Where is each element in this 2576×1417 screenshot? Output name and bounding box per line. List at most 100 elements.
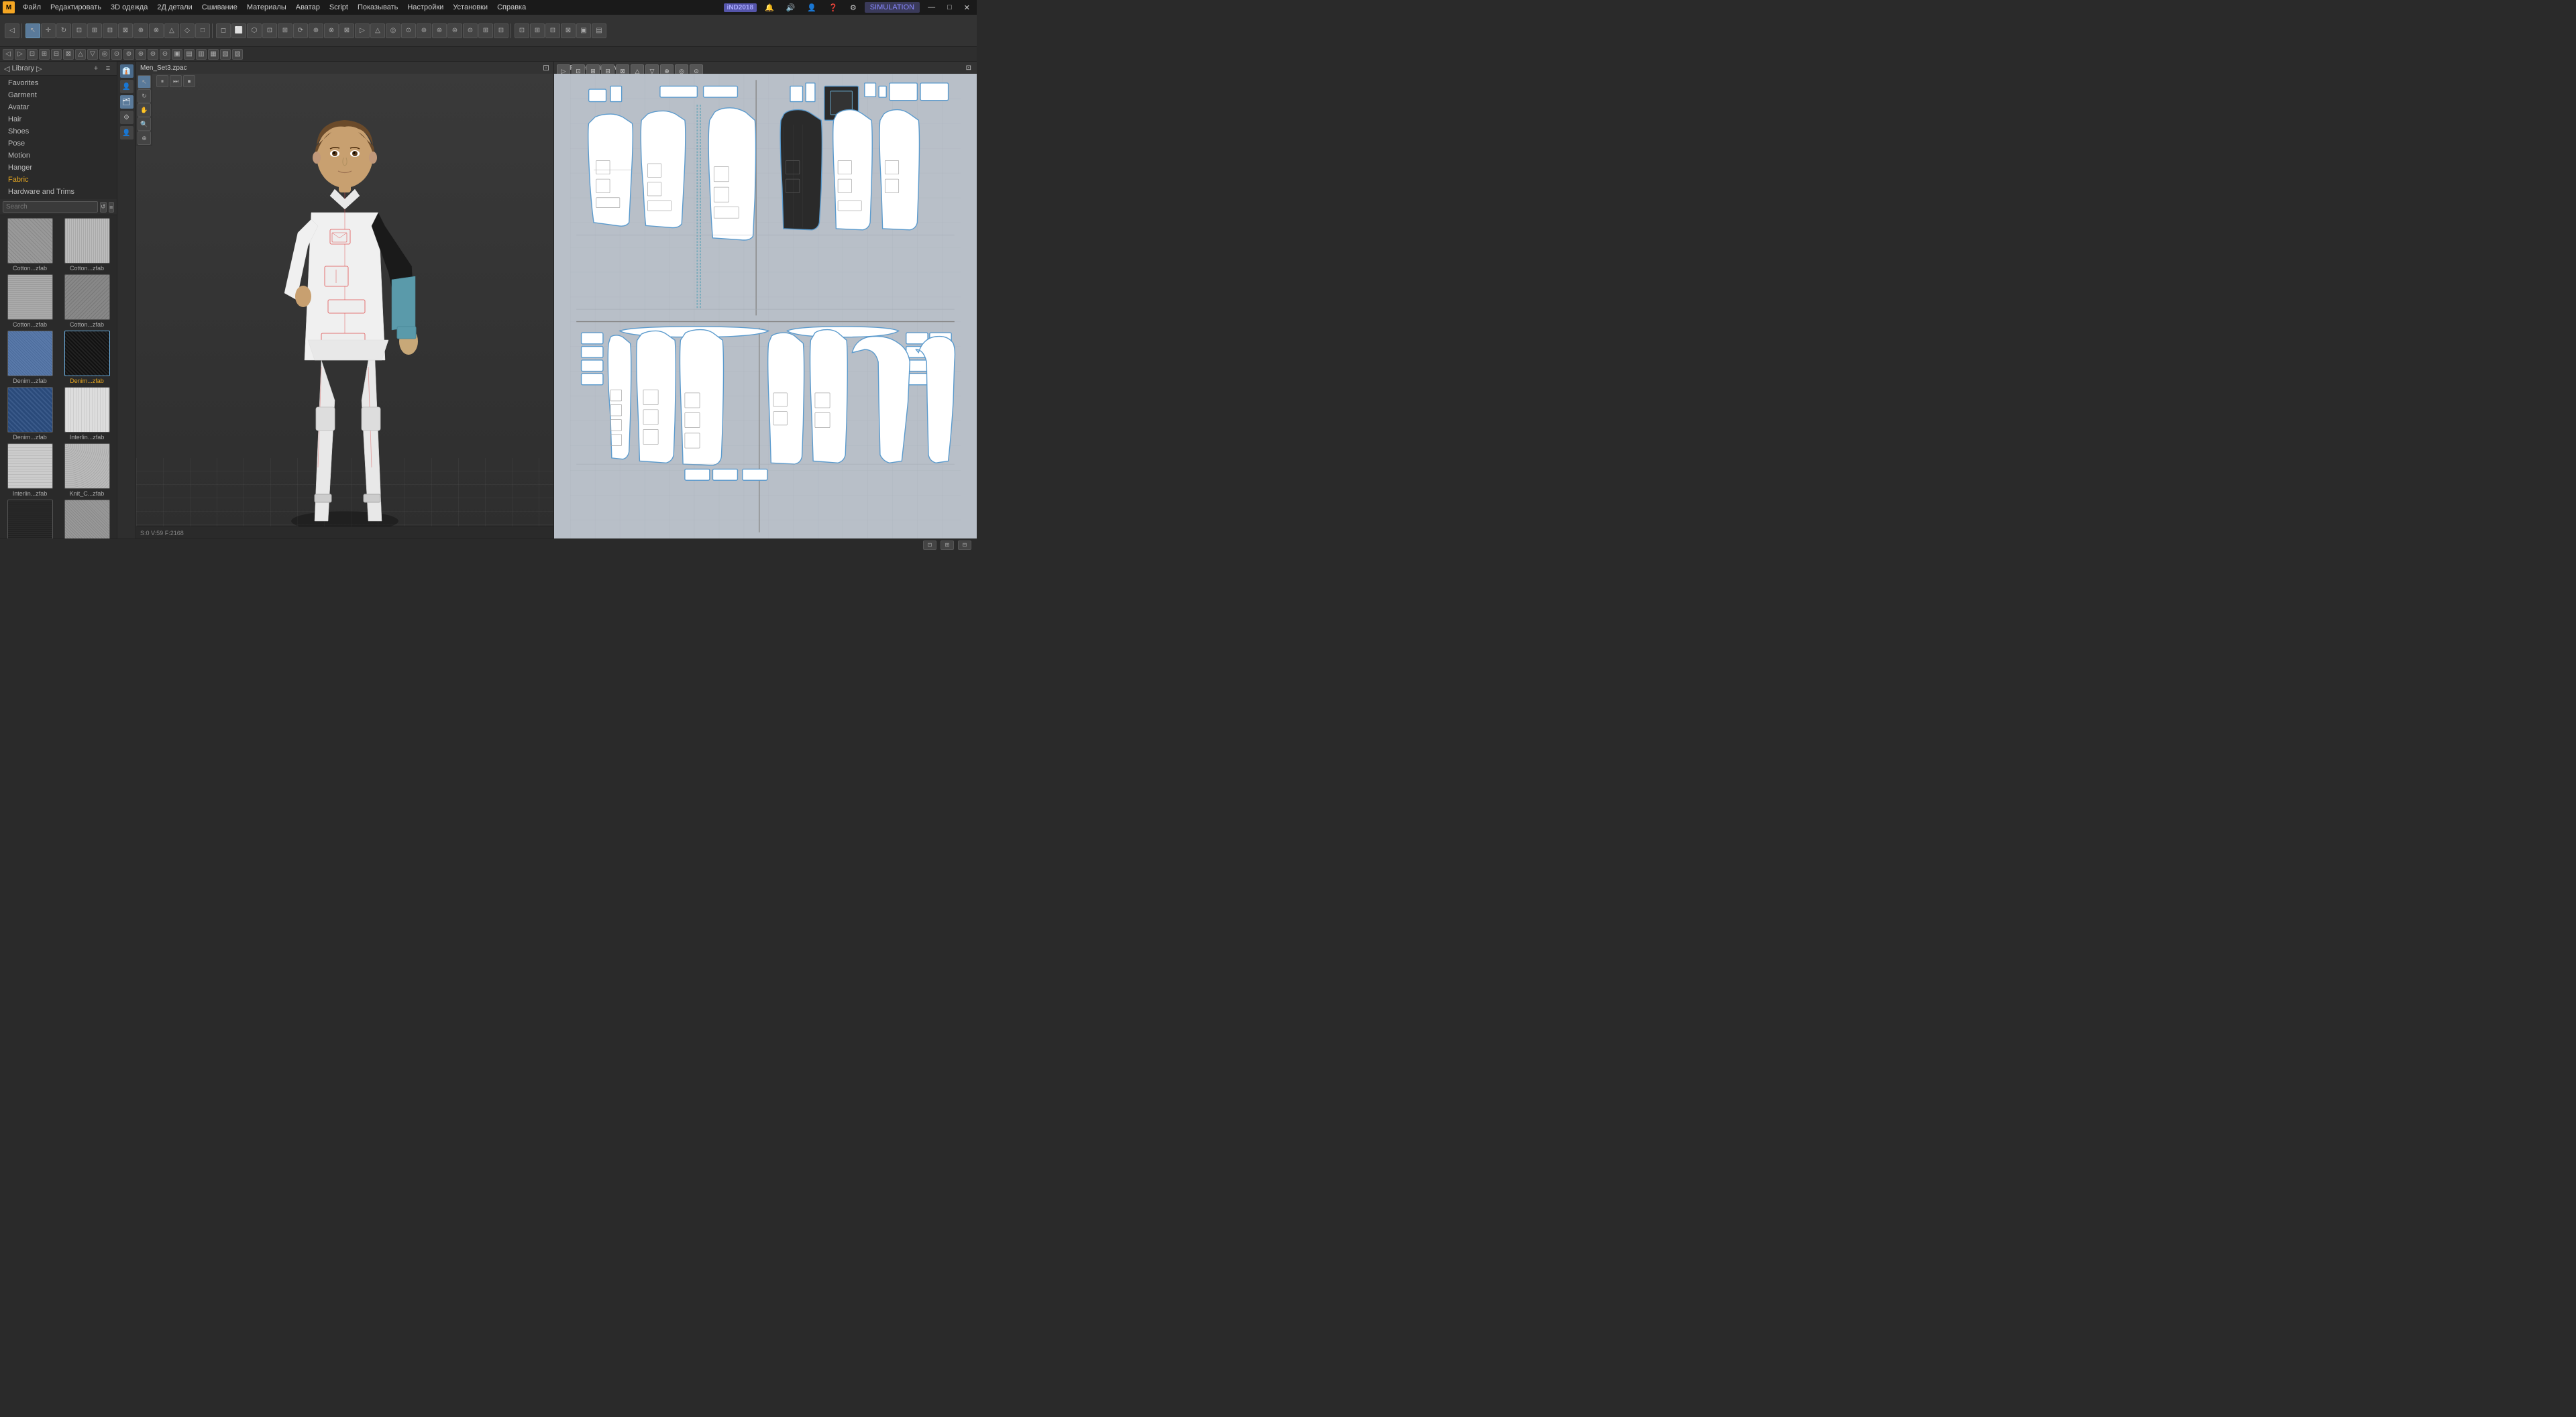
tb2-17[interactable]: ▥: [196, 49, 207, 60]
library-expand-icon[interactable]: ◁: [4, 64, 9, 73]
view-3d[interactable]: ⬡: [247, 23, 262, 38]
menu-help[interactable]: Справка: [493, 2, 530, 13]
fabric-item-cotton2[interactable]: Cotton...zfab: [60, 218, 114, 272]
view-17[interactable]: ⊝: [463, 23, 478, 38]
tool-6[interactable]: ⊠: [118, 23, 133, 38]
view-6[interactable]: ⟳: [293, 23, 308, 38]
tool-10[interactable]: ◇: [180, 23, 195, 38]
menu-icon-4[interactable]: ❓: [824, 2, 842, 13]
fabric-item-denim1[interactable]: Denim...zfab: [3, 331, 57, 384]
extra-3[interactable]: ⊟: [545, 23, 560, 38]
fabric-refresh-btn[interactable]: ↺: [100, 202, 107, 213]
fabric-item-denim3[interactable]: Denim...zfab: [3, 387, 57, 441]
menu-file[interactable]: Файл: [19, 2, 45, 13]
nav-fabric[interactable]: Fabric: [0, 174, 117, 186]
nav-hanger[interactable]: Hanger: [0, 162, 117, 174]
tb2-18[interactable]: ▦: [208, 49, 219, 60]
icon-sidebar-btn3[interactable]: 🗂: [120, 95, 133, 109]
tb2-14[interactable]: ⊝: [160, 49, 170, 60]
fabric-item-knitc2[interactable]: Knit_C...zfab: [3, 500, 57, 539]
bottom-btn-2[interactable]: ⊞: [941, 541, 954, 550]
fabric-item-cotton1[interactable]: Cotton...zfab: [3, 218, 57, 272]
tb2-5[interactable]: ⊟: [51, 49, 62, 60]
view-11[interactable]: △: [370, 23, 385, 38]
tb2-3[interactable]: ⊡: [27, 49, 38, 60]
tb2-8[interactable]: ▽: [87, 49, 98, 60]
menu-script[interactable]: Script: [325, 2, 352, 13]
icon-sidebar-btn5[interactable]: 👤: [120, 126, 133, 139]
library-menu-icon[interactable]: ≡: [103, 64, 113, 73]
bottom-btn-3[interactable]: ⊟: [958, 541, 971, 550]
tb2-20[interactable]: ▨: [232, 49, 243, 60]
view-13[interactable]: ⊙: [401, 23, 416, 38]
pattern-canvas[interactable]: [554, 74, 977, 539]
back-button[interactable]: ◁: [5, 23, 19, 38]
view-19[interactable]: ⊟: [494, 23, 508, 38]
view-7[interactable]: ⊕: [309, 23, 323, 38]
library-add-icon[interactable]: +: [91, 64, 101, 73]
view-reset[interactable]: ⊡: [262, 23, 277, 38]
tool-11[interactable]: □: [195, 23, 210, 38]
tb2-6[interactable]: ⊠: [63, 49, 74, 60]
extra-4[interactable]: ⊠: [561, 23, 576, 38]
nav-hair[interactable]: Hair: [0, 113, 117, 125]
menu-settings[interactable]: Настройки: [403, 2, 447, 13]
tb2-7[interactable]: △: [75, 49, 86, 60]
library-collapse-icon[interactable]: ▷: [36, 64, 42, 73]
menu-close[interactable]: ✕: [960, 2, 974, 13]
extra-2[interactable]: ⊞: [530, 23, 545, 38]
icon-sidebar-btn4[interactable]: ⚙: [120, 111, 133, 124]
view-8[interactable]: ⊗: [324, 23, 339, 38]
tb2-19[interactable]: ▧: [220, 49, 231, 60]
menu-install[interactable]: Установки: [449, 2, 492, 13]
nav-hardware-trims[interactable]: Hardware and Trims: [0, 186, 117, 198]
select-tool[interactable]: ↖: [25, 23, 40, 38]
view-14[interactable]: ⊚: [417, 23, 431, 38]
bottom-btn-1[interactable]: ⊡: [923, 541, 936, 550]
tool-5[interactable]: ⊟: [103, 23, 117, 38]
tb2-9[interactable]: ◎: [99, 49, 110, 60]
menu-icon-3[interactable]: 👤: [803, 2, 820, 13]
tb2-13[interactable]: ⊜: [148, 49, 158, 60]
view-12[interactable]: ◎: [386, 23, 400, 38]
fabric-view-btn[interactable]: ≡: [109, 202, 114, 213]
nav-pose[interactable]: Pose: [0, 137, 117, 150]
viewport-expand-icon[interactable]: ⊡: [543, 63, 549, 72]
fabric-item-cotton4[interactable]: Cotton...zfab: [60, 274, 114, 328]
fabric-item-interlin2[interactable]: Interlin...zfab: [3, 443, 57, 497]
fabric-item-cotton3[interactable]: Cotton...zfab: [3, 274, 57, 328]
view-front[interactable]: ◻: [216, 23, 231, 38]
fabric-item-knitfl[interactable]: Knit_Fl...zfab: [60, 500, 114, 539]
tb2-15[interactable]: ▣: [172, 49, 182, 60]
tb2-16[interactable]: ▤: [184, 49, 195, 60]
fabric-search-input[interactable]: [3, 201, 98, 213]
menu-sewing[interactable]: Сшивание: [198, 2, 241, 13]
menu-icon-1[interactable]: 🔔: [761, 2, 778, 13]
3d-viewport[interactable]: Men_Set3.zpac ⊡ ⏸ ⏭ ⏹ ↖ ↻ ✋ 🔍 ⊕: [136, 62, 554, 539]
tool-4[interactable]: ⊞: [87, 23, 102, 38]
tool-9[interactable]: △: [164, 23, 179, 38]
tool-8[interactable]: ⊗: [149, 23, 164, 38]
nav-shoes[interactable]: Shoes: [0, 125, 117, 137]
fabric-item-knitc1[interactable]: Knit_C...zfab: [60, 443, 114, 497]
view-back[interactable]: ⬜: [231, 23, 246, 38]
menu-show[interactable]: Показывать: [354, 2, 402, 13]
nav-avatar[interactable]: Avatar: [0, 101, 117, 113]
extra-5[interactable]: ▣: [576, 23, 591, 38]
fabric-item-denim2[interactable]: Denim...zfab: [60, 331, 114, 384]
scale-tool[interactable]: ⊡: [72, 23, 87, 38]
simulation-button[interactable]: SIMULATION: [865, 2, 920, 13]
menu-2d-details[interactable]: 2Д детали: [153, 2, 196, 13]
view-16[interactable]: ⊜: [447, 23, 462, 38]
menu-maximize[interactable]: □: [943, 2, 956, 13]
menu-edit[interactable]: Редактировать: [46, 2, 105, 13]
menu-3d-clothes[interactable]: 3D одежда: [107, 2, 152, 13]
rotate-tool[interactable]: ↻: [56, 23, 71, 38]
menu-minimize[interactable]: —: [924, 2, 939, 13]
menu-materials[interactable]: Материалы: [243, 2, 290, 13]
move-tool[interactable]: ✛: [41, 23, 56, 38]
view-10[interactable]: ▷: [355, 23, 370, 38]
tool-7[interactable]: ⊕: [133, 23, 148, 38]
view-18[interactable]: ⊞: [478, 23, 493, 38]
tb2-4[interactable]: ⊞: [39, 49, 50, 60]
